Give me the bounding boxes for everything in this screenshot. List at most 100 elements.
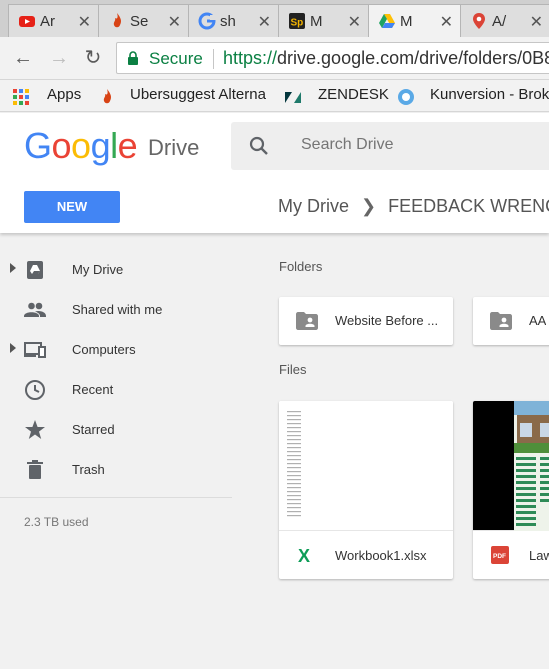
youtube-icon bbox=[19, 16, 35, 27]
tab-title: M bbox=[400, 12, 413, 30]
reload-icon[interactable]: ↻ bbox=[82, 47, 104, 69]
chevron-right-icon: ❯ bbox=[361, 196, 377, 216]
zendesk-icon bbox=[285, 92, 301, 103]
search-icon[interactable] bbox=[249, 136, 269, 156]
new-button[interactable]: NEW bbox=[24, 191, 120, 223]
browser-tab-active[interactable]: M ✕ bbox=[368, 4, 462, 37]
svg-text:X: X bbox=[298, 546, 310, 564]
tab-close-icon[interactable]: ✕ bbox=[440, 12, 453, 32]
shared-people-icon bbox=[24, 302, 46, 317]
folder-card[interactable]: Website Before ... bbox=[279, 297, 453, 345]
tab-title: M bbox=[310, 12, 323, 30]
sidebar-item-label: Trash bbox=[72, 462, 105, 477]
secure-label: Secure bbox=[149, 49, 203, 68]
excel-icon: X bbox=[298, 546, 310, 564]
folder-name: AA bbox=[529, 313, 547, 328]
file-thumbnail bbox=[473, 401, 549, 531]
bookmark-zendesk[interactable]: ZENDESK bbox=[318, 86, 389, 103]
file-card[interactable]: PDF Law bbox=[473, 401, 549, 579]
breadcrumb-current-folder[interactable]: FEEDBACK WRENCH bbox=[388, 196, 549, 216]
tab-close-icon[interactable]: ✕ bbox=[78, 12, 91, 32]
file-thumbnail bbox=[279, 401, 453, 531]
kunversion-icon bbox=[398, 89, 414, 105]
url-separator bbox=[213, 49, 214, 69]
breadcrumb: My Drive ❯ FEEDBACK WRENCH bbox=[278, 196, 549, 217]
storage-used[interactable]: 2.3 TB used bbox=[24, 515, 89, 529]
browser-tab[interactable]: Se ✕ bbox=[98, 4, 190, 37]
back-arrow-icon[interactable]: ← bbox=[12, 47, 34, 69]
shared-folder-icon bbox=[490, 312, 512, 330]
maps-pin-icon bbox=[473, 13, 485, 29]
forward-arrow-icon[interactable]: → bbox=[48, 47, 70, 69]
pdf-icon: PDF bbox=[491, 546, 509, 564]
browser-tab[interactable]: A/ ✕ bbox=[460, 4, 549, 37]
folder-card[interactable]: AA bbox=[473, 297, 549, 345]
pdf-preview-image bbox=[514, 401, 549, 531]
url-scheme: https:// bbox=[223, 48, 278, 68]
flame-icon bbox=[103, 89, 111, 104]
files-section-title: Files bbox=[279, 362, 307, 377]
sidebar-item-starred[interactable]: Starred bbox=[0, 410, 232, 450]
drive-logo-text[interactable]: Drive bbox=[148, 135, 199, 161]
expand-arrow-icon[interactable] bbox=[10, 343, 16, 353]
bookmarks-bar: Apps Ubersuggest Alterna ZENDESK Kunvers… bbox=[0, 80, 549, 112]
computers-icon bbox=[24, 342, 46, 358]
sidebar-divider bbox=[0, 497, 232, 498]
sidebar-item-my-drive[interactable]: My Drive bbox=[0, 250, 232, 290]
sp-icon: Sp bbox=[289, 13, 305, 29]
file-name: Workbook1.xlsx bbox=[335, 548, 427, 563]
drive-header: Google Drive NEW My Drive ❯ FEEDBACK WRENC… bbox=[0, 113, 549, 233]
apps-grid-icon[interactable] bbox=[12, 88, 30, 106]
browser-tab[interactable]: Sp M ✕ bbox=[278, 4, 370, 37]
google-logo[interactable]: Google bbox=[24, 125, 138, 167]
tab-title: A/ bbox=[492, 12, 507, 30]
file-name: Law bbox=[529, 548, 549, 563]
url-host: drive.google.com bbox=[277, 48, 415, 68]
bookmark-apps[interactable]: Apps bbox=[47, 86, 81, 103]
trash-icon bbox=[27, 460, 43, 479]
url-path: /drive/folders/0B8 bbox=[414, 48, 549, 68]
sidebar-item-label: My Drive bbox=[72, 262, 124, 277]
clock-icon bbox=[25, 380, 45, 400]
lock-icon bbox=[128, 51, 138, 65]
search-box[interactable] bbox=[231, 122, 549, 170]
svg-text:Sp: Sp bbox=[291, 18, 304, 29]
sidebar-item-label: Shared with me bbox=[72, 302, 163, 317]
svg-text:PDF: PDF bbox=[493, 553, 506, 560]
tab-close-icon[interactable]: ✕ bbox=[258, 12, 271, 32]
search-input[interactable] bbox=[301, 136, 541, 154]
browser-toolbar: ← → ↻ Secure https://drive.google.com/dr… bbox=[0, 37, 549, 80]
sidebar-item-label: Starred bbox=[72, 422, 115, 437]
file-card[interactable]: X Workbook1.xlsx bbox=[279, 401, 453, 579]
sidebar-item-trash[interactable]: Trash bbox=[0, 450, 232, 490]
sidebar-item-recent[interactable]: Recent bbox=[0, 370, 232, 410]
shared-folder-icon bbox=[296, 312, 318, 330]
tab-title: Se bbox=[130, 12, 149, 30]
bookmark-ubersuggest[interactable]: Ubersuggest Alterna bbox=[130, 86, 266, 103]
bookmark-kunversion[interactable]: Kunversion - Brok bbox=[430, 86, 549, 103]
address-bar[interactable]: Secure https://drive.google.com/drive/fo… bbox=[116, 42, 549, 74]
tab-title: Ar bbox=[40, 12, 55, 30]
sidebar-item-shared[interactable]: Shared with me bbox=[0, 290, 232, 330]
star-icon bbox=[25, 420, 45, 439]
drive-icon bbox=[379, 14, 395, 28]
spreadsheet-preview-icon bbox=[287, 411, 301, 517]
google-g-icon bbox=[198, 12, 216, 30]
tab-close-icon[interactable]: ✕ bbox=[348, 12, 361, 32]
flame-icon bbox=[113, 13, 121, 28]
browser-tab-strip: Ar ✕ Se ✕ sh ✕ Sp M ✕ M ✕ A/ ✕ bbox=[0, 0, 549, 37]
tab-title: sh bbox=[220, 12, 236, 30]
tab-close-icon[interactable]: ✕ bbox=[530, 12, 543, 32]
expand-arrow-icon[interactable] bbox=[10, 263, 16, 273]
browser-tab[interactable]: sh ✕ bbox=[188, 4, 280, 37]
sidebar-item-label: Computers bbox=[72, 342, 136, 357]
breadcrumb-my-drive[interactable]: My Drive bbox=[278, 196, 349, 216]
folder-name: Website Before ... bbox=[335, 313, 439, 328]
url-text[interactable]: https://drive.google.com/drive/folders/0… bbox=[223, 48, 549, 69]
tab-close-icon[interactable]: ✕ bbox=[168, 12, 181, 32]
sidebar-item-label: Recent bbox=[72, 382, 114, 397]
my-drive-icon bbox=[27, 261, 43, 279]
browser-tab[interactable]: Ar ✕ bbox=[8, 4, 100, 37]
folders-section-title: Folders bbox=[279, 259, 323, 274]
sidebar-item-computers[interactable]: Computers bbox=[0, 330, 232, 370]
